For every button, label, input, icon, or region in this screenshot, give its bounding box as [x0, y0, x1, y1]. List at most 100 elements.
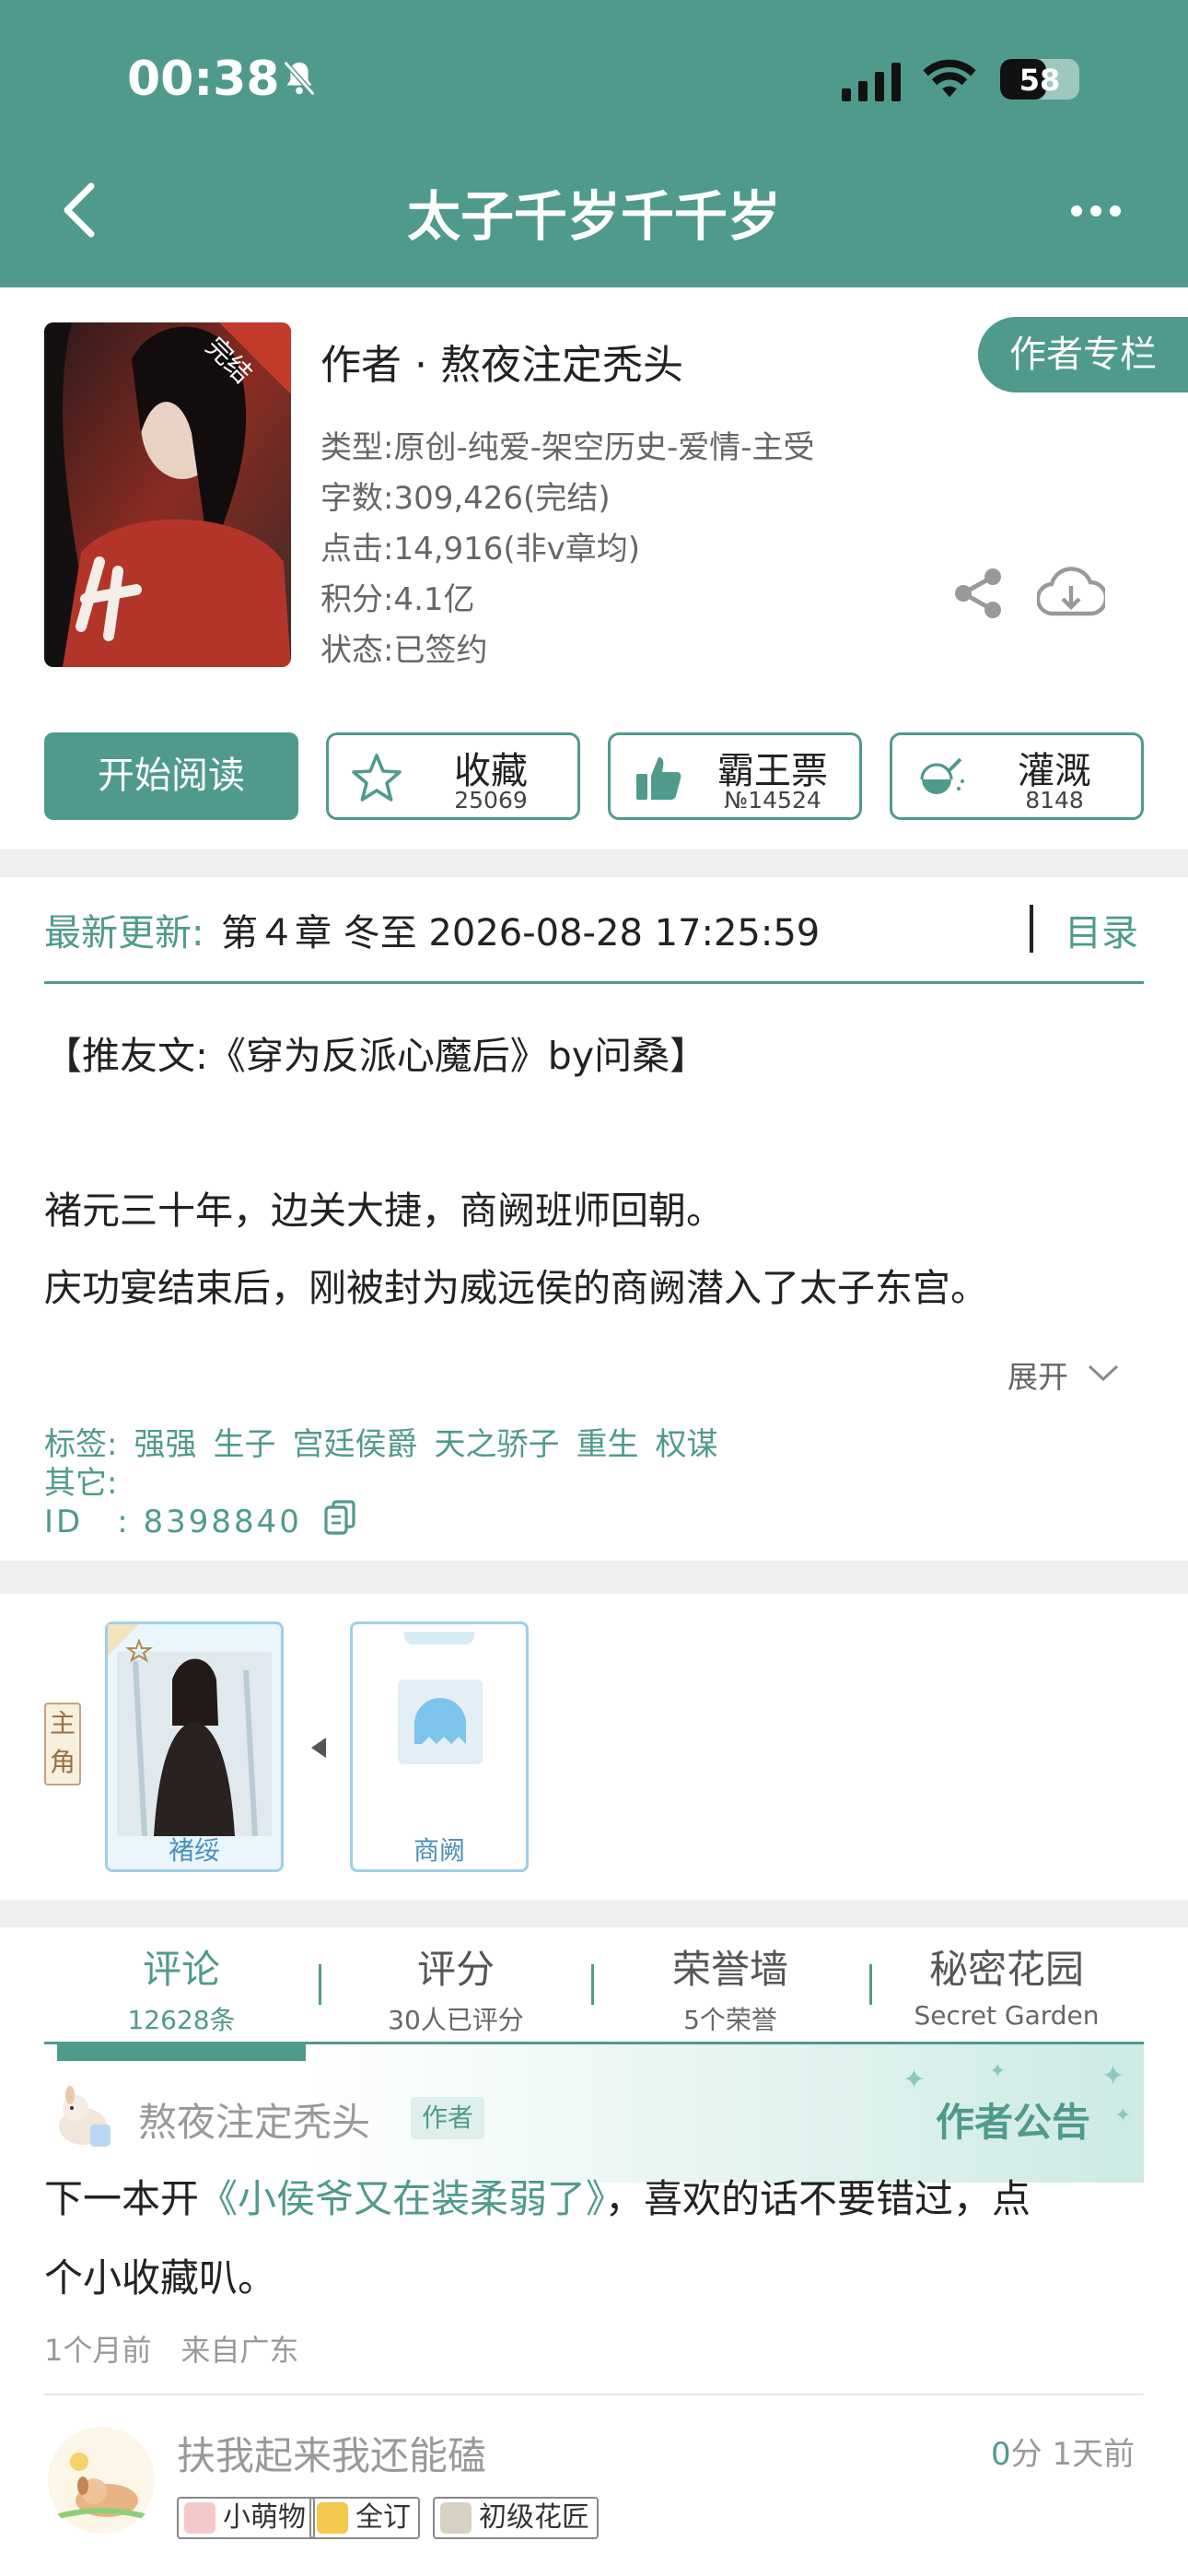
tab-honor-wall[interactable]: 荣誉墙 5个荣誉 — [597, 1938, 864, 2037]
character-name: 褚绥 — [168, 1835, 220, 1866]
book-link[interactable]: 《小侯爷又在装柔弱了》 — [199, 2176, 605, 2221]
description-line-2: 褚元三十年，边关大捷，商阙班师回朝。 — [44, 1188, 724, 1233]
tab-ratings[interactable]: 评分 30人已评分 — [322, 1938, 589, 2037]
meta-word-count: 字数:309,426(完结) — [320, 480, 611, 517]
table-of-contents-link[interactable]: 目录 — [1065, 903, 1138, 956]
meta-points: 积分:4.1亿 — [320, 581, 475, 618]
start-reading-button[interactable]: 开始阅读 — [44, 732, 298, 820]
author-name[interactable]: 作者 · 熬夜注定秃头 — [320, 332, 683, 391]
id-value: 8398840 — [143, 1504, 302, 1540]
tab-secret-garden[interactable]: 秘密花园 Secret Garden — [873, 1938, 1140, 2031]
sparkle-icon: ✦ — [903, 2064, 926, 2096]
star-badge-icon — [317, 2502, 348, 2534]
tags-row: 标签: 强强 生子 宫廷侯爵 天之骄子 重生 权谋 — [44, 1419, 717, 1464]
tab-divider — [319, 1964, 321, 2005]
comment-score: 0分 1天前 — [991, 2429, 1135, 2474]
paw-icon — [184, 2502, 215, 2534]
sparkle-icon: ✦ — [1101, 2060, 1125, 2092]
copy-icon[interactable] — [324, 1500, 355, 1535]
share-icon[interactable] — [950, 566, 1006, 621]
score-number: 0 — [991, 2436, 1011, 2473]
sparkle-icon: ✦ — [989, 2060, 1007, 2083]
more-icon[interactable] — [1070, 205, 1122, 217]
collect-button[interactable]: 收藏 25069 — [326, 732, 580, 820]
divider — [44, 981, 1144, 984]
user-badge: 全订 — [309, 2497, 420, 2539]
tab-subtitle: 12628条 — [127, 2005, 236, 2035]
watering-can-icon — [920, 757, 964, 794]
character-name: 商阙 — [413, 1835, 465, 1866]
default-avatar-icon — [398, 1680, 483, 1764]
user-badge: 小萌物 — [177, 2497, 315, 2539]
avatar[interactable] — [48, 2080, 122, 2154]
chevron-down-icon[interactable] — [1087, 1362, 1120, 1384]
meta-type: 类型:原创-纯爱-架空历史-爱情-主受 — [320, 429, 815, 466]
character-card[interactable]: 褚绥 — [105, 1622, 284, 1872]
commenter-name[interactable]: 扶我起来我还能磕 — [177, 2425, 486, 2481]
score-unit: 分 — [1010, 2436, 1042, 2473]
id-label: ID : — [44, 1504, 131, 1540]
vote-button[interactable]: 霸王票 №14524 — [608, 732, 862, 820]
latest-update-label: 最新更新: — [44, 912, 204, 954]
download-icon[interactable] — [1037, 564, 1105, 621]
tag-chip[interactable]: 生子 — [213, 1426, 275, 1463]
user-badge: 初级花匠 — [433, 2497, 599, 2539]
tab-comments[interactable]: 评论 12628条 — [48, 1938, 315, 2037]
meta-clicks: 点击:14,916(非v章均) — [320, 531, 641, 568]
character-card[interactable]: 商阙 — [350, 1622, 529, 1872]
badge-label: 小萌物 — [223, 2501, 306, 2534]
commenter-name[interactable]: 熬夜注定秃头 — [138, 2091, 370, 2148]
bell-slash-icon — [283, 60, 316, 97]
author-badge: 作者 — [411, 2097, 484, 2139]
author-column-button[interactable]: 作者专栏 — [978, 317, 1188, 392]
collect-count: 25069 — [454, 787, 528, 814]
battery-indicator: 58 — [1000, 59, 1079, 100]
wifi-icon — [923, 59, 976, 98]
tag-chip[interactable]: 重生 — [576, 1426, 638, 1463]
status-time: 00:38 — [127, 52, 280, 107]
role-tag: 主角 — [44, 1703, 81, 1786]
water-count: 8148 — [1025, 787, 1084, 814]
tab-title: 评分 — [416, 1947, 495, 1992]
expand-button[interactable]: 展开 — [1007, 1352, 1068, 1397]
latest-update-chapter[interactable]: 第４章 冬至 2026-08-28 17:25:59 — [221, 903, 820, 956]
tag-chip[interactable]: 天之骄子 — [434, 1426, 559, 1463]
signal-icon — [842, 63, 901, 101]
comment-location: 来自广东 — [181, 2333, 299, 2368]
meta-status: 状态:已签约 — [320, 632, 488, 669]
tag-chip[interactable]: 强强 — [134, 1426, 196, 1463]
battery-level: 58 — [1019, 63, 1061, 98]
description-line-3: 庆功宴结束后，刚被封为威远侯的商阙潜入了太子东宫。 — [44, 1266, 988, 1310]
comment-time: 1个月前 — [44, 2333, 152, 2368]
author-notice-title: 作者公告 — [936, 2100, 1091, 2145]
vote-count: №14524 — [724, 787, 821, 814]
page-title: 太子千岁千千岁 — [406, 185, 781, 248]
tab-title: 荣誉墙 — [671, 1947, 788, 1992]
divider — [1030, 905, 1033, 953]
tab-divider — [869, 1964, 872, 2005]
tag-chip[interactable]: 权谋 — [655, 1426, 717, 1463]
comment-text-part: 下一本开 — [44, 2176, 200, 2221]
card-decoration — [404, 1632, 474, 1645]
thumbs-up-icon — [636, 757, 681, 800]
caret-left-icon — [311, 1738, 326, 1758]
tab-subtitle: Secret Garden — [914, 2000, 1100, 2031]
comment-text-part: 个小收藏叭。 — [44, 2255, 277, 2301]
tag-chip[interactable]: 宫廷侯爵 — [292, 1426, 417, 1463]
water-button[interactable]: 灌溉 8148 — [890, 732, 1144, 820]
tab-subtitle: 5个荣誉 — [683, 2005, 777, 2035]
comment-meta: 1个月前 来自广东 — [44, 2327, 298, 2370]
cover-image — [44, 322, 291, 667]
active-tab-indicator — [57, 2044, 306, 2061]
tab-divider — [591, 1964, 594, 2005]
badge-label: 初级花匠 — [479, 2501, 589, 2534]
badge-label: 全订 — [355, 2501, 411, 2534]
avatar[interactable] — [46, 2425, 157, 2535]
tab-title: 秘密花园 — [928, 1947, 1084, 1992]
tab-title: 评论 — [142, 1947, 220, 1992]
gardener-icon — [440, 2502, 472, 2534]
book-cover[interactable]: 完结 — [44, 322, 291, 667]
comment-text-part: ，喜欢的话不要错过，点 — [605, 2176, 1031, 2221]
character-portrait — [108, 1624, 272, 1836]
book-id: ID : 8398840 — [44, 1496, 302, 1541]
